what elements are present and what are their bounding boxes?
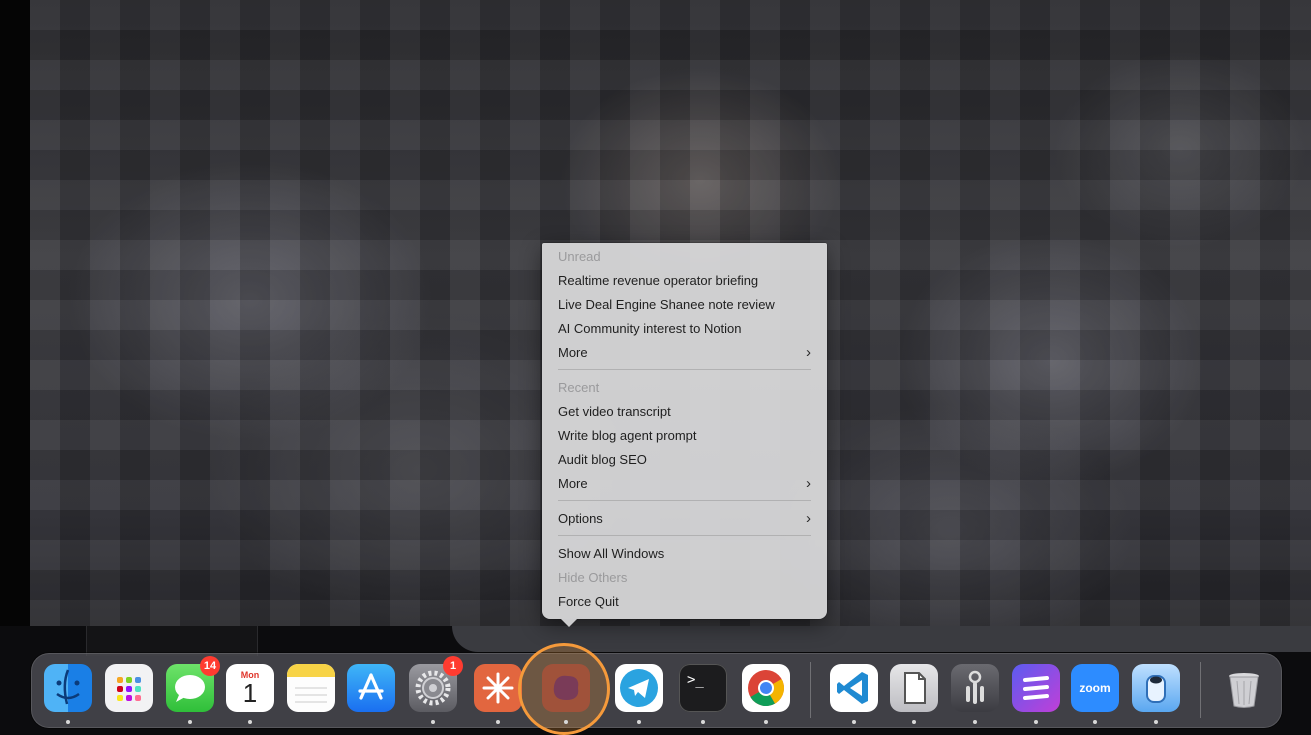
- app-store-icon: [347, 664, 395, 712]
- trash-icon: [1220, 664, 1268, 712]
- menu-item-force-quit[interactable]: Force Quit: [558, 592, 811, 612]
- dock-app-active[interactable]: [542, 664, 590, 712]
- running-indicator: [764, 720, 768, 724]
- dock-trash[interactable]: [1220, 664, 1268, 712]
- running-indicator: [66, 720, 70, 724]
- dock-app-messages[interactable]: 14: [166, 656, 220, 712]
- menu-item-unread-3[interactable]: AI Community interest to Notion: [558, 319, 811, 339]
- telegram-icon: [615, 664, 663, 712]
- dock-app-stack[interactable]: [1012, 664, 1060, 712]
- menu-item-label: Options: [558, 511, 603, 526]
- menu-pointer: [561, 619, 577, 627]
- dock-app-terminal[interactable]: >_: [679, 664, 727, 712]
- notes-lines-icon: [287, 664, 335, 712]
- left-edge: [0, 0, 30, 626]
- menu-header-unread: Unread: [558, 249, 601, 264]
- starburst-icon: [474, 664, 522, 712]
- running-indicator: [973, 720, 977, 724]
- running-indicator: [1093, 720, 1097, 724]
- chevron-right-icon: ›: [806, 510, 811, 527]
- menu-header-recent: Recent: [558, 380, 600, 395]
- dock-app-utility[interactable]: [1132, 664, 1180, 712]
- menu-item-unread-1[interactable]: Realtime revenue operator briefing: [558, 271, 811, 291]
- dock-app-keychain[interactable]: [951, 664, 999, 712]
- dock-app-app-store[interactable]: [347, 664, 395, 712]
- dock-app-vscode[interactable]: [830, 664, 878, 712]
- menu-separator: [558, 535, 811, 536]
- keys-icon: [951, 664, 999, 712]
- running-indicator: [496, 720, 500, 724]
- menu-item-hide-others: Hide Others: [558, 570, 628, 585]
- dock-app-notes[interactable]: [287, 664, 335, 712]
- menu-item-label: More: [558, 345, 588, 360]
- calendar-day: 1: [242, 678, 258, 708]
- running-indicator: [852, 720, 856, 724]
- menu-item-recent-1[interactable]: Get video transcript: [558, 402, 811, 422]
- menu-item-show-all-windows[interactable]: Show All Windows: [558, 544, 811, 564]
- dock-app-document[interactable]: [890, 664, 938, 712]
- menu-item-label: More: [558, 476, 588, 491]
- running-indicator: [701, 720, 705, 724]
- chevron-right-icon: ›: [806, 344, 811, 361]
- running-indicator: [1034, 720, 1038, 724]
- dock-separator: [810, 662, 811, 718]
- notification-badge: 14: [200, 656, 220, 676]
- background-window: [86, 626, 258, 656]
- dock-app-system-settings[interactable]: 1: [409, 656, 463, 712]
- menu-separator: [558, 369, 811, 370]
- terminal-prompt-icon: >_: [687, 672, 704, 688]
- stacked-lines-icon: [1012, 664, 1060, 712]
- zoom-wordmark: zoom: [1079, 681, 1111, 695]
- running-indicator: [248, 720, 252, 724]
- launchpad-grid-icon: [105, 664, 153, 712]
- dock-separator: [1200, 662, 1201, 718]
- chevron-right-icon: ›: [806, 475, 811, 492]
- dock-app-launchpad[interactable]: [105, 664, 153, 712]
- running-indicator: [431, 720, 435, 724]
- running-indicator: [637, 720, 641, 724]
- dock-app-finder[interactable]: [44, 664, 92, 712]
- menu-separator: [558, 500, 811, 501]
- menu-item-recent-2[interactable]: Write blog agent prompt: [558, 426, 811, 446]
- dock-app-chrome[interactable]: [742, 664, 790, 712]
- dock-app-zoom[interactable]: zoom: [1071, 664, 1119, 712]
- menu-item-recent-3[interactable]: Audit blog SEO: [558, 450, 811, 470]
- menu-item-unread-2[interactable]: Live Deal Engine Shanee note review: [558, 295, 811, 315]
- dock-context-menu: Unread Realtime revenue operator briefin…: [542, 243, 827, 627]
- finder-icon: [44, 664, 92, 712]
- running-indicator: [1154, 720, 1158, 724]
- running-indicator: [188, 720, 192, 724]
- menu-item-options[interactable]: Options ›: [558, 509, 811, 529]
- running-indicator: [912, 720, 916, 724]
- vscode-icon: [830, 664, 878, 712]
- dock-app-claude[interactable]: [474, 664, 522, 712]
- dock-app-calendar[interactable]: Mon 1: [226, 664, 274, 712]
- notification-badge: 1: [443, 656, 463, 676]
- document-icon: [890, 664, 938, 712]
- chrome-icon: [742, 664, 790, 712]
- dock-app-telegram[interactable]: [615, 664, 663, 712]
- menu-item-unread-more[interactable]: More ›: [558, 343, 811, 363]
- menu-item-recent-more[interactable]: More ›: [558, 474, 811, 494]
- device-icon: [1132, 664, 1180, 712]
- running-indicator: [564, 720, 568, 724]
- blob-app-icon: [542, 664, 590, 712]
